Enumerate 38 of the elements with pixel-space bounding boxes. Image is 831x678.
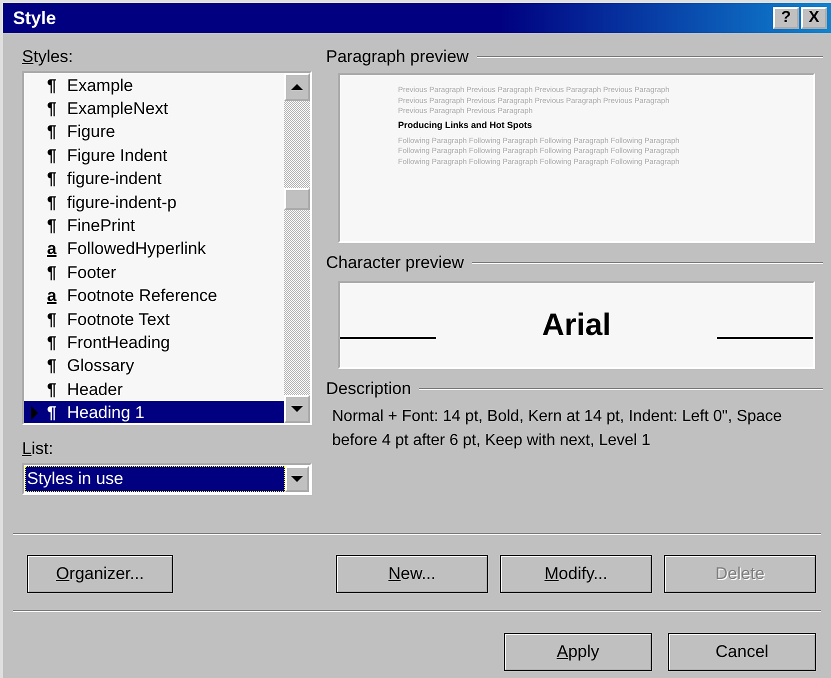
scroll-thumb[interactable]: [284, 188, 310, 210]
list-label: List:: [22, 439, 54, 459]
window-title: Style: [13, 8, 56, 28]
up-arrow-icon: [291, 84, 303, 90]
style-item[interactable]: ¶ Heading 1: [24, 401, 284, 423]
style-item[interactable]: ¶ figure-indent-p: [24, 190, 284, 214]
scrollbar[interactable]: [284, 73, 310, 423]
dialog-button[interactable]: Organizer...: [27, 555, 173, 593]
down-arrow-icon: [291, 406, 303, 412]
style-item[interactable]: ¶ FinePrint: [24, 214, 284, 238]
style-item[interactable]: ¶ Header: [24, 378, 284, 402]
paragraph-preview-label: Paragraph preview: [326, 47, 469, 67]
character-preview: Arial: [338, 281, 815, 369]
style-item[interactable]: ¶ Glossary: [24, 354, 284, 378]
close-button[interactable]: X: [801, 7, 827, 29]
caret-icon: [291, 476, 303, 482]
style-item[interactable]: ¶ Figure Indent: [24, 144, 284, 168]
pointer-icon: [30, 406, 38, 420]
style-item[interactable]: a Footnote Reference: [24, 284, 284, 308]
dialog-button[interactable]: Modify...: [500, 555, 652, 593]
dialog-button[interactable]: New...: [336, 555, 488, 593]
style-item[interactable]: ¶ Footer: [24, 261, 284, 285]
character-preview-label: Character preview: [326, 253, 464, 273]
dialog-button[interactable]: Apply: [504, 633, 652, 671]
help-button[interactable]: ?: [773, 7, 799, 29]
styles-list[interactable]: [22, 71, 312, 425]
style-item[interactable]: ¶ Footnote Text: [24, 308, 284, 332]
description-label: Description: [326, 379, 412, 399]
style-item[interactable]: a FollowedHyperlink: [24, 238, 284, 262]
style-item[interactable]: ¶ FrontHeading: [24, 331, 284, 355]
styles-label: Styles:: [22, 47, 74, 67]
style-item[interactable]: ¶ Example: [24, 74, 284, 98]
style-item[interactable]: ¶ figure-indent: [24, 168, 284, 191]
style-item[interactable]: ¶ Figure: [24, 120, 284, 144]
list-dropdown[interactable]: Styles in use: [22, 463, 312, 495]
description-text: Normal + Font: 14 pt, Bold, Kern at 14 pt, Indent: Left 0", Space before 4 pt after 6 pt, Keep with next, Level 1: [332, 407, 783, 451]
style-item[interactable]: ¶ ExampleNext: [24, 97, 284, 121]
dialog-button[interactable]: Cancel: [668, 633, 816, 671]
